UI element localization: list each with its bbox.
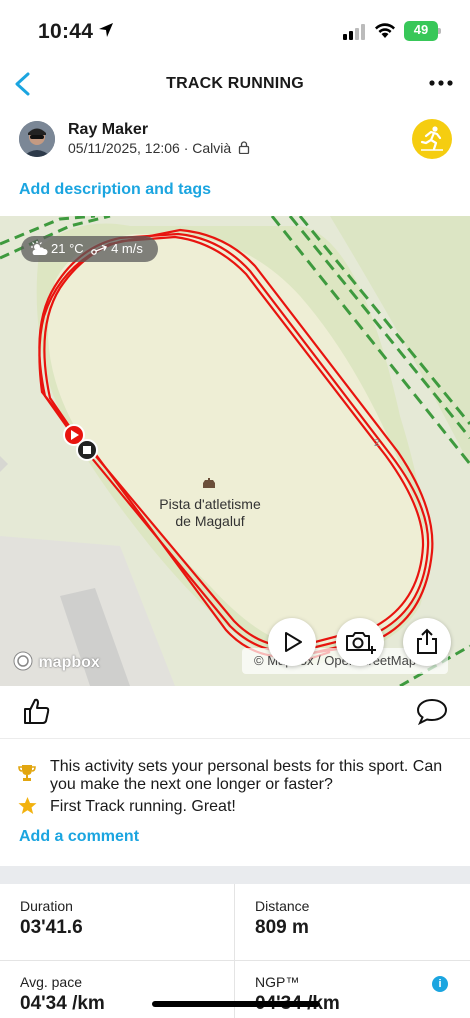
wind-speed: 4 m/s	[111, 241, 143, 256]
info-icon[interactable]: i	[432, 976, 448, 992]
share-button[interactable]	[403, 618, 451, 666]
battery-tip	[438, 28, 441, 34]
stat-value: 809 m	[255, 917, 309, 938]
user-name[interactable]: Ray Maker	[68, 121, 148, 139]
cellular-signal-icon	[343, 24, 365, 40]
sun-cloud-icon	[31, 241, 48, 255]
poi-label: Pista d'atletisme de Magaluf	[140, 496, 280, 530]
wifi-icon	[375, 23, 395, 38]
replay-button[interactable]	[268, 618, 316, 666]
battery-level: 49	[413, 22, 429, 37]
location-arrow-icon	[99, 23, 113, 37]
status-bar: 10:44 49	[0, 0, 470, 60]
stat-avg-pace: Avg. pace 04'34 /km	[20, 974, 235, 1015]
stat-label: Avg. pace	[20, 974, 83, 990]
datetime-location: 05/11/2025, 12:06 · Calvià	[68, 140, 232, 156]
lock-icon	[238, 141, 250, 155]
camera-add-icon	[346, 632, 376, 654]
stats-vertical-divider	[234, 884, 235, 1018]
section-divider	[0, 866, 470, 884]
comment-bubble-icon[interactable]	[416, 698, 448, 726]
status-time: 10:44	[38, 20, 94, 43]
more-options-icon[interactable]	[428, 78, 454, 88]
like-thumb-icon[interactable]	[22, 696, 52, 726]
trophy-icon	[18, 765, 36, 781]
track-running-sport-icon	[412, 119, 452, 159]
stat-label: Distance	[255, 898, 310, 914]
svg-text:2: 2	[374, 438, 380, 449]
mapbox-icon	[13, 651, 33, 671]
share-icon	[417, 628, 437, 654]
weather-pill: 21 °C 4 m/s	[21, 236, 158, 262]
avatar[interactable]	[19, 121, 55, 157]
battery-icon: 49	[404, 21, 438, 41]
temperature: 21 °C	[51, 241, 84, 256]
map-canvas: 2	[0, 216, 470, 686]
activity-meta: 05/11/2025, 12:06 · Calvià	[68, 140, 250, 156]
add-comment-link[interactable]: Add a comment	[19, 828, 139, 846]
social-actions	[0, 686, 470, 738]
stat-duration: Duration 03'41.6	[20, 898, 235, 939]
page-title: TRACK RUNNING	[166, 75, 304, 92]
add-description-link[interactable]: Add description and tags	[19, 181, 211, 199]
stat-label: Duration	[20, 898, 73, 914]
star-icon	[18, 797, 37, 814]
poi-name-line1: Pista d'atletisme	[159, 496, 261, 512]
stat-distance: Distance 809 m	[255, 898, 470, 939]
route-map[interactable]: 2 Pista d'atletisme de Magaluf	[0, 216, 470, 686]
mapbox-logo: mapbox	[12, 650, 100, 672]
nav-bar: TRACK RUNNING	[0, 60, 470, 110]
achievement-personal-best: This activity sets your personal bests f…	[50, 758, 443, 793]
stats-grid: Duration 03'41.6 Distance 809 m Avg. pac…	[0, 884, 470, 1018]
home-indicator	[152, 1001, 320, 1007]
achievement-first-track: First Track running. Great!	[50, 798, 236, 815]
stat-value: 03'41.6	[20, 917, 83, 938]
play-icon	[285, 632, 302, 652]
stats-horizontal-divider	[0, 960, 470, 961]
mapbox-wordmark: mapbox	[38, 654, 100, 671]
runner-icon	[420, 126, 443, 151]
achievements-section: This activity sets your personal bests f…	[0, 738, 470, 866]
add-photo-button[interactable]	[336, 618, 384, 666]
avatar-image	[19, 121, 55, 157]
poi-name-line2: de Magaluf	[175, 513, 245, 529]
